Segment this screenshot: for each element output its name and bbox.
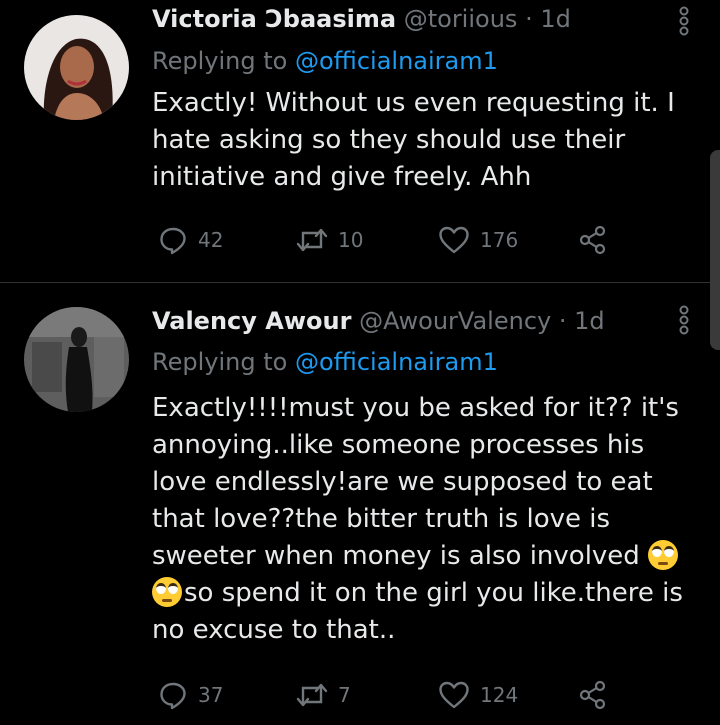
- tweet-text-part: Exactly!!!!must you be asked for it?? it…: [152, 393, 679, 571]
- share-icon: [578, 680, 608, 710]
- tweet-header: Victoria Ɔbaasima @toriious · 1d: [152, 3, 660, 35]
- retweet-count: 7: [338, 683, 351, 707]
- replying-to: Replying to @officialnairam1: [152, 45, 498, 77]
- reply-icon: [158, 225, 188, 255]
- tweet-text: Exactly!!!!must you be asked for it?? it…: [152, 390, 702, 649]
- retweet-count: 10: [338, 228, 364, 252]
- share-button[interactable]: [578, 220, 608, 260]
- user-handle[interactable]: @toriious: [404, 5, 518, 33]
- heart-icon: [438, 225, 470, 255]
- more-vertical-icon[interactable]: [678, 305, 690, 339]
- reply-count: 42: [198, 228, 224, 252]
- tweet-text-part: so spend it on the girl you like.there i…: [152, 578, 683, 645]
- retweet-button[interactable]: 7: [296, 675, 351, 715]
- avatar[interactable]: [24, 15, 129, 120]
- heart-icon: [438, 680, 470, 710]
- timestamp[interactable]: 1d: [540, 5, 571, 33]
- retweet-button[interactable]: 10: [296, 220, 363, 260]
- like-button[interactable]: 124: [438, 675, 518, 715]
- timestamp[interactable]: 1d: [574, 307, 605, 335]
- reply-count: 37: [198, 683, 224, 707]
- mention-link[interactable]: @officialnairam1: [295, 47, 498, 75]
- tweet[interactable]: Victoria Ɔbaasima @toriious · 1d Replyin…: [0, 0, 720, 282]
- scrollbar-handle[interactable]: [710, 150, 720, 350]
- tweet-actions: 42 10 176: [152, 220, 622, 260]
- like-count: 176: [480, 228, 519, 252]
- reply-icon: [158, 680, 188, 710]
- tweet-text: Exactly! Without us even requesting it. …: [152, 88, 675, 192]
- tweet-header: Valency Awour @AwourValency · 1d: [152, 305, 660, 337]
- rolling-eyes-emoji-icon: [648, 540, 679, 570]
- replying-label: Replying to: [152, 47, 295, 75]
- replying-to: Replying to @officialnairam1: [152, 346, 498, 378]
- replying-label: Replying to: [152, 348, 295, 376]
- display-name[interactable]: Victoria Ɔbaasima: [152, 5, 396, 33]
- tweet-actions: 37 7 124: [152, 675, 622, 715]
- retweet-icon: [296, 225, 328, 255]
- like-count: 124: [480, 683, 519, 707]
- mention-link[interactable]: @officialnairam1: [295, 348, 498, 376]
- retweet-icon: [296, 680, 328, 710]
- tweet[interactable]: Valency Awour @AwourValency · 1d Replyin…: [0, 283, 720, 725]
- rolling-eyes-emoji-icon: [152, 577, 182, 607]
- more-vertical-icon[interactable]: [678, 6, 690, 40]
- separator-dot: ·: [525, 5, 533, 33]
- user-handle[interactable]: @AwourValency: [359, 307, 551, 335]
- reply-button[interactable]: 42: [158, 220, 223, 260]
- separator-dot: ·: [558, 307, 567, 335]
- share-icon: [578, 225, 608, 255]
- display-name[interactable]: Valency Awour: [152, 307, 351, 335]
- share-button[interactable]: [578, 675, 608, 715]
- like-button[interactable]: 176: [438, 220, 518, 260]
- reply-button[interactable]: 37: [158, 675, 223, 715]
- avatar[interactable]: [24, 307, 129, 412]
